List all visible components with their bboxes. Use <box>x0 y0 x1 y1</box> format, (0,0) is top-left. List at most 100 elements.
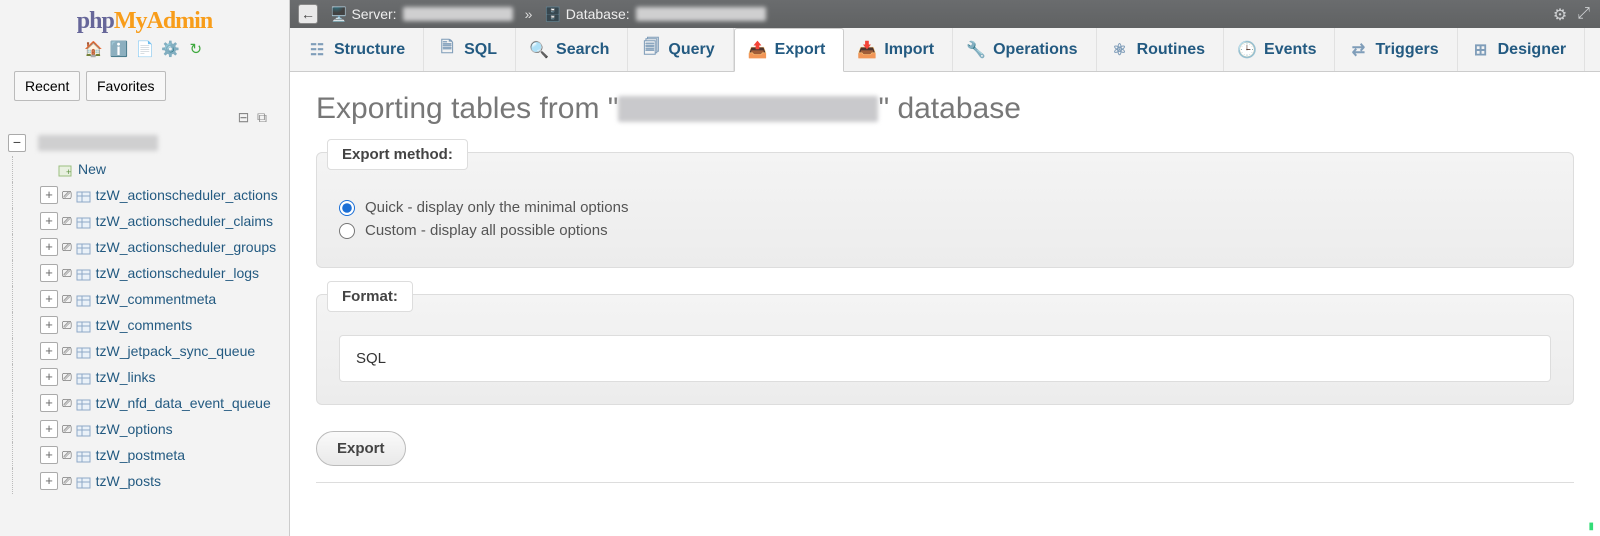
docs-icon[interactable]: 📄 <box>136 41 154 59</box>
breadcrumb-bar: ← 🖥️ Server: » 🗄️ Database: ⚙ ⤢ <box>290 0 1600 28</box>
table-struct-icon[interactable]: ⎚ <box>62 442 72 468</box>
expand-icon[interactable]: + <box>40 446 58 464</box>
table-icon <box>76 213 92 229</box>
reload-icon[interactable]: ↻ <box>187 41 205 59</box>
tree-db-root[interactable]: − <box>0 130 289 156</box>
expand-icon[interactable]: + <box>40 368 58 386</box>
collapse-icon[interactable]: − <box>8 134 26 152</box>
export-method-quick-radio[interactable] <box>339 200 355 216</box>
tab-export[interactable]: 📤 Export <box>734 28 845 72</box>
tab-sql[interactable]: 🗎 SQL <box>424 28 516 71</box>
tree-table-label: tzW_options <box>96 416 173 442</box>
expand-icon[interactable]: + <box>40 316 58 334</box>
table-struct-icon[interactable]: ⎚ <box>62 416 72 442</box>
tree-table-row[interactable]: + ⎚ tzW_postmeta <box>30 442 289 468</box>
tab-operations[interactable]: 🔧 Operations <box>953 28 1096 71</box>
new-table-icon: + <box>58 161 74 177</box>
tab-query[interactable]: 🗐 Query <box>628 28 733 71</box>
table-struct-icon[interactable]: ⎚ <box>62 260 72 286</box>
server-icon: 🖥️ <box>330 6 347 23</box>
favorites-tab[interactable]: Favorites <box>86 71 166 101</box>
db-tree: − + New <box>0 130 289 536</box>
expand-icon[interactable]: + <box>40 238 58 256</box>
expand-icon[interactable]: + <box>40 394 58 412</box>
operations-icon: 🔧 <box>967 41 985 59</box>
gear-icon[interactable]: ⚙ <box>1553 5 1567 25</box>
database-icon: 🗄️ <box>544 6 561 23</box>
designer-icon: ⊞ <box>1472 41 1490 59</box>
tree-table-row[interactable]: + ⎚ tzW_nfd_data_event_queue <box>30 390 289 416</box>
collapse-all-icon[interactable]: ⊟ <box>238 109 250 125</box>
table-struct-icon[interactable]: ⎚ <box>62 364 72 390</box>
home-icon[interactable]: 🏠 <box>84 41 102 59</box>
table-struct-icon[interactable]: ⎚ <box>62 234 72 260</box>
expand-icon[interactable]: + <box>40 290 58 308</box>
tree-table-row[interactable]: + ⎚ tzW_actionscheduler_logs <box>30 260 289 286</box>
back-button[interactable]: ← <box>298 4 318 24</box>
export-method-custom-label[interactable]: Custom - display all possible options <box>365 222 608 239</box>
tree-table-row[interactable]: + ⎚ tzW_actionscheduler_groups <box>30 234 289 260</box>
tab-query-label: Query <box>668 41 714 59</box>
query-icon: 🗐 <box>642 41 660 59</box>
tab-structure[interactable]: ☷ Structure <box>294 28 424 71</box>
table-struct-icon[interactable]: ⎚ <box>62 286 72 312</box>
expand-icon[interactable]: + <box>40 342 58 360</box>
database-label: Database: <box>566 6 630 22</box>
format-legend: Format: <box>327 281 413 312</box>
tree-table-label: tzW_postmeta <box>96 442 185 468</box>
tree-table-row[interactable]: + ⎚ tzW_actionscheduler_claims <box>30 208 289 234</box>
tree-table-row[interactable]: + ⎚ tzW_actionscheduler_actions <box>30 182 289 208</box>
table-struct-icon[interactable]: ⎚ <box>62 338 72 364</box>
expand-icon[interactable]: + <box>40 420 58 438</box>
tab-search-label: Search <box>556 41 609 59</box>
export-method-quick-label[interactable]: Quick - display only the minimal options <box>365 199 628 216</box>
tab-events[interactable]: 🕒 Events <box>1224 28 1335 71</box>
panel-toggle-icon[interactable]: ⤢ <box>1577 5 1590 25</box>
expand-icon[interactable]: + <box>40 186 58 204</box>
phpmyadmin-logo[interactable]: phpMyAdmin <box>0 0 289 37</box>
logout-icon[interactable]: ℹ️ <box>110 41 128 59</box>
table-icon <box>76 369 92 385</box>
sidebar: phpMyAdmin 🏠 ℹ️ 📄 ⚙️ ↻ Recent Favorites … <box>0 0 290 536</box>
table-icon <box>76 421 92 437</box>
tab-triggers[interactable]: ⇄ Triggers <box>1335 28 1457 71</box>
tree-table-row[interactable]: + ⎚ tzW_jetpack_sync_queue <box>30 338 289 364</box>
recent-tab[interactable]: Recent <box>14 71 80 101</box>
tree-table-row[interactable]: + ⎚ tzW_commentmeta <box>30 286 289 312</box>
tree-table-row[interactable]: + ⎚ tzW_comments <box>30 312 289 338</box>
tree-table-row[interactable]: + ⎚ tzW_options <box>30 416 289 442</box>
expand-icon[interactable]: + <box>40 264 58 282</box>
tab-routines[interactable]: ⚛ Routines <box>1097 28 1224 71</box>
breadcrumb-separator: » <box>525 6 533 22</box>
tab-search[interactable]: 🔍 Search <box>516 28 628 71</box>
tree-table-row[interactable]: + ⎚ tzW_links <box>30 364 289 390</box>
tab-triggers-label: Triggers <box>1375 41 1438 59</box>
link-icon[interactable]: ⧉ <box>257 109 267 125</box>
tree-table-label: tzW_nfd_data_event_queue <box>96 390 271 416</box>
table-struct-icon[interactable]: ⎚ <box>62 312 72 338</box>
tab-export-label: Export <box>775 41 826 59</box>
table-struct-icon[interactable]: ⎚ <box>62 390 72 416</box>
tree-table-label: tzW_actionscheduler_actions <box>96 182 278 208</box>
tree-new[interactable]: + New <box>30 156 289 182</box>
tab-import[interactable]: 📥 Import <box>844 28 953 71</box>
expand-icon[interactable]: + <box>40 472 58 490</box>
table-struct-icon[interactable]: ⎚ <box>62 468 72 494</box>
export-method-custom-radio[interactable] <box>339 223 355 239</box>
table-icon <box>76 343 92 359</box>
console-indicator-icon[interactable]: ▮ <box>1588 521 1594 532</box>
export-button[interactable]: Export <box>316 431 406 466</box>
table-struct-icon[interactable]: ⎚ <box>62 182 72 208</box>
svg-text:+: + <box>66 167 71 177</box>
title-db-redacted <box>618 96 878 122</box>
table-struct-icon[interactable]: ⎚ <box>62 208 72 234</box>
format-fieldset: Format: SQL <box>316 294 1574 405</box>
expand-icon[interactable]: + <box>40 212 58 230</box>
tree-table-row[interactable]: + ⎚ tzW_posts <box>30 468 289 494</box>
settings-icon[interactable]: ⚙️ <box>161 41 179 59</box>
table-icon <box>76 395 92 411</box>
tree-table-label: tzW_actionscheduler_groups <box>96 234 277 260</box>
tab-operations-label: Operations <box>993 41 1077 59</box>
tab-designer[interactable]: ⊞ Designer <box>1458 28 1585 71</box>
format-select[interactable]: SQL <box>339 335 1551 382</box>
